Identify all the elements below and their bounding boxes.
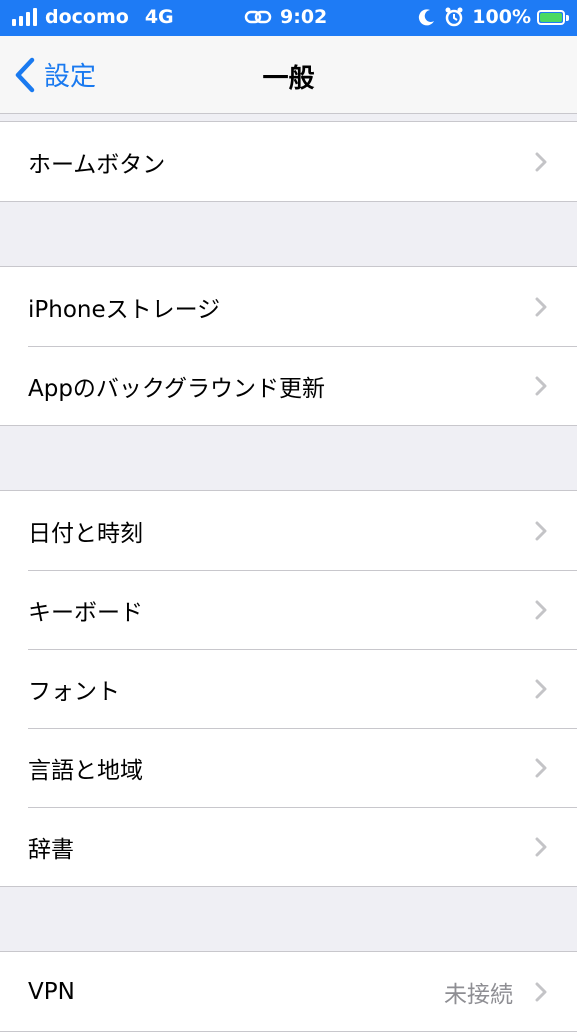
- section-spacer: [0, 887, 577, 951]
- row-label: キーボード: [28, 599, 143, 626]
- row-label: VPN: [28, 978, 75, 1005]
- vpn-status: 未接続: [444, 981, 513, 1008]
- row-fonts[interactable]: フォント: [0, 649, 577, 728]
- settings-group-storage: iPhoneストレージ Appのバックグラウンド更新: [0, 266, 577, 426]
- chevron-right-icon: [535, 521, 547, 541]
- row-label: Appのバックグラウンド更新: [28, 375, 326, 402]
- link-icon: [244, 10, 272, 24]
- chevron-right-icon: [535, 376, 547, 396]
- chevron-right-icon: [535, 152, 547, 172]
- row-background-app-refresh[interactable]: Appのバックグラウンド更新: [0, 346, 577, 425]
- settings-group-locale: 日付と時刻 キーボード フォント 言語と地域 辞書: [0, 490, 577, 887]
- row-vpn[interactable]: VPN 未接続: [0, 952, 577, 1031]
- section-spacer: [0, 426, 577, 490]
- row-label: ホームボタン: [28, 151, 166, 178]
- status-left: docomo 4G: [12, 6, 174, 28]
- row-label: 言語と地域: [28, 757, 143, 784]
- status-bar: docomo 4G 9:02 100%: [0, 0, 577, 36]
- section-spacer: [0, 202, 577, 266]
- chevron-right-icon: [535, 837, 547, 857]
- chevron-right-icon: [535, 758, 547, 778]
- chevron-right-icon: [535, 297, 547, 317]
- navigation-bar: 設定 一般: [0, 36, 577, 114]
- row-label: 辞書: [28, 836, 74, 863]
- signal-strength-icon: [12, 8, 37, 26]
- chevron-right-icon: [535, 679, 547, 699]
- settings-group-vpn: VPN 未接続: [0, 951, 577, 1032]
- alarm-icon: [445, 7, 463, 27]
- battery-percentage: 100%: [472, 6, 531, 28]
- carrier-name: docomo: [45, 6, 129, 28]
- row-label: フォント: [28, 678, 120, 705]
- moon-icon: [419, 9, 435, 26]
- chevron-right-icon: [535, 982, 547, 1002]
- row-dictionary[interactable]: 辞書: [0, 807, 577, 886]
- row-iphone-storage[interactable]: iPhoneストレージ: [0, 267, 577, 346]
- page-title: 一般: [262, 64, 315, 94]
- status-right: 100%: [418, 6, 569, 28]
- row-label: 日付と時刻: [28, 520, 143, 547]
- network-type: 4G: [144, 6, 174, 28]
- row-home-button[interactable]: ホームボタン: [0, 122, 577, 201]
- section-spacer: [0, 114, 577, 121]
- row-language-region[interactable]: 言語と地域: [0, 728, 577, 807]
- settings-list: ホームボタン iPhoneストレージ Appのバックグラウンド更新 日付と時刻 …: [0, 114, 577, 1032]
- battery-icon: [537, 9, 569, 25]
- row-label: iPhoneストレージ: [28, 296, 221, 323]
- status-center: 9:02: [244, 6, 327, 28]
- chevron-right-icon: [535, 600, 547, 620]
- clock-time: 9:02: [280, 6, 328, 28]
- settings-group-home: ホームボタン: [0, 121, 577, 202]
- row-keyboard[interactable]: キーボード: [0, 570, 577, 649]
- row-date-time[interactable]: 日付と時刻: [0, 491, 577, 570]
